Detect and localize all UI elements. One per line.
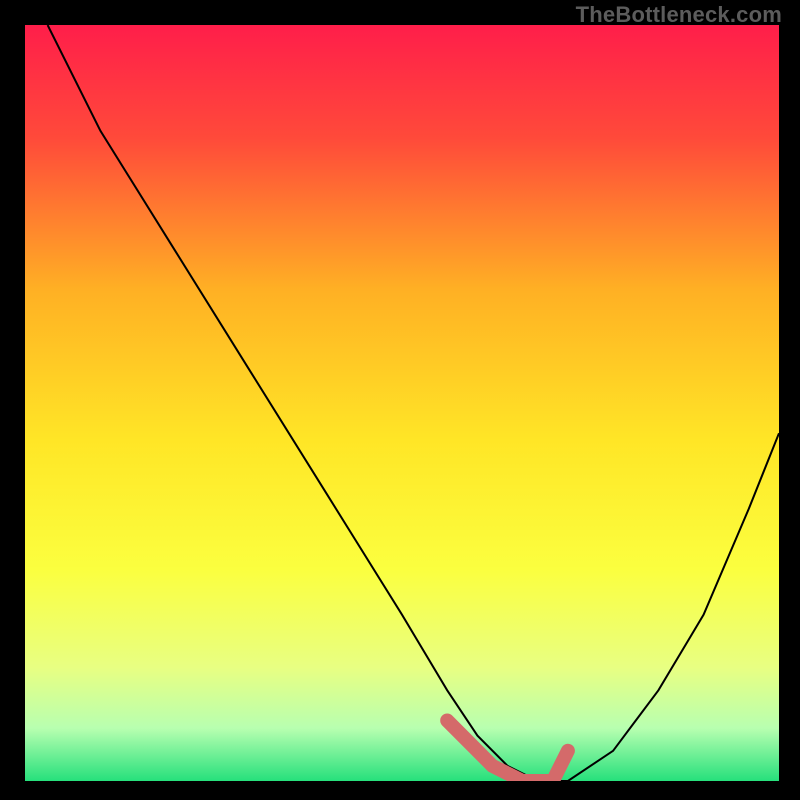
- plot-container: [25, 25, 779, 781]
- chart-background: [25, 25, 779, 781]
- chart-svg: [25, 25, 779, 781]
